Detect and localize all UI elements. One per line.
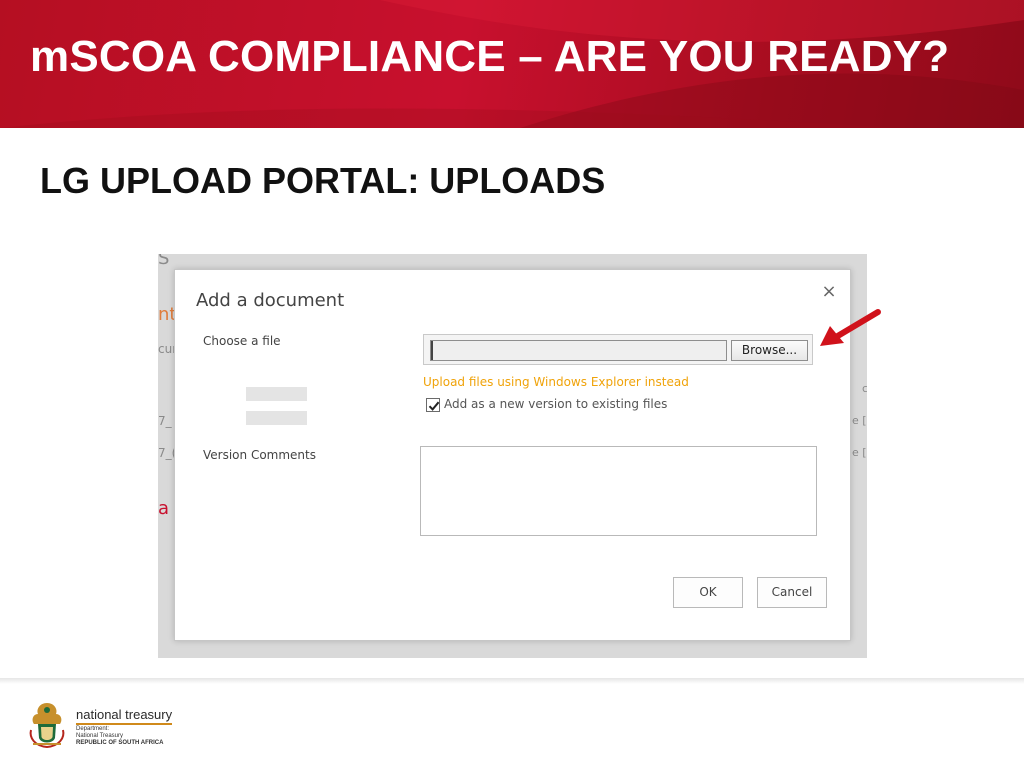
add-as-version-label: Add as a new version to existing files [444,397,668,411]
footer-department-name: National Treasury [76,733,124,739]
slide-title: mSCOA COMPLIANCE – ARE YOU READY? [30,32,950,81]
portal-screenshot: S nt cur 7_ 7_( a c e [ e [ Add a docume… [158,254,867,658]
background-text-fragment: a [158,498,170,519]
upload-via-explorer-link[interactable]: Upload files using Windows Explorer inst… [423,375,689,389]
checkmark-icon [428,401,440,411]
coat-of-arms-logo [29,703,65,749]
choose-file-label: Choose a file [203,334,281,348]
background-text-fragment: c [862,382,867,395]
background-text-fragment: e [ [852,414,867,427]
version-comments-textarea[interactable] [420,446,817,536]
cancel-button[interactable]: Cancel [757,577,827,608]
slide-subtitle: LG UPLOAD PORTAL: UPLOADS [40,160,606,201]
red-arrow-icon [820,309,881,346]
version-comments-label: Version Comments [203,448,316,462]
footer-department-line: Department: [76,726,110,732]
redacted-placeholder [246,411,307,425]
background-text-fragment: 7_ [158,414,172,428]
add-as-version-checkbox[interactable] [426,398,440,412]
redacted-placeholder [246,387,307,401]
background-text-fragment: e [ [852,446,867,459]
close-icon[interactable]: × [820,283,838,301]
file-path-input[interactable] [430,340,727,361]
background-text-fragment: S [158,254,170,269]
ok-button[interactable]: OK [673,577,743,608]
add-document-dialog: Add a document × Choose a file Browse...… [174,269,851,641]
file-chooser-group: Browse... [423,334,813,365]
footer-divider [0,678,1024,684]
dialog-title: Add a document [196,290,345,311]
footer-brand-name: national treasury [76,707,173,725]
browse-button[interactable]: Browse... [731,340,808,361]
footer-country: REPUBLIC OF SOUTH AFRICA [76,740,164,746]
slide-header-banner: mSCOA COMPLIANCE – ARE YOU READY? [0,0,1024,128]
